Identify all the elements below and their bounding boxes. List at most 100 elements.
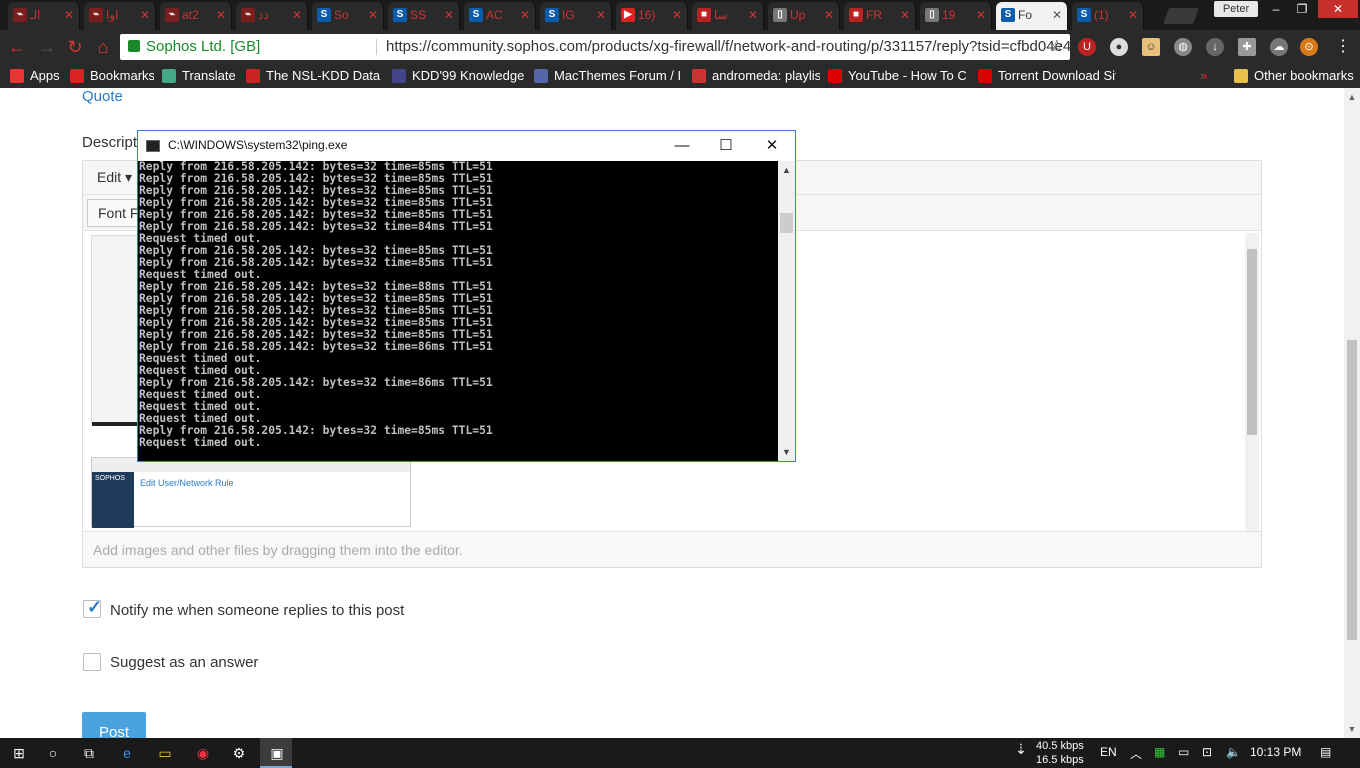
embedded-screenshot-2[interactable]: SOPHOS Edit User/Network Rule <box>91 457 411 528</box>
download-icon[interactable]: ↓ <box>1206 38 1224 56</box>
tab-close-icon[interactable]: ✕ <box>1128 2 1138 28</box>
bookmark-item[interactable]: YouTube - How To Cre <box>828 67 966 85</box>
page-scroll-thumb[interactable] <box>1347 340 1357 640</box>
browser-tab[interactable]: ⌁ الـ ✕ <box>8 2 80 30</box>
edit-menu[interactable]: Edit ▾ <box>97 169 132 186</box>
back-icon[interactable]: ← <box>6 36 28 58</box>
reload-icon[interactable]: ↻ <box>64 36 86 58</box>
globe-icon[interactable]: ◍ <box>1174 38 1192 56</box>
close-window-button[interactable]: ✕ <box>1318 0 1358 18</box>
console-scroll-up-icon[interactable]: ▲ <box>778 163 795 177</box>
bookmark-item[interactable]: andromeda: playlist <box>692 67 820 85</box>
volume-icon[interactable]: 🔈 <box>1226 745 1241 759</box>
browser-tab[interactable]: S AC ✕ <box>464 2 536 30</box>
tab-close-icon[interactable]: ✕ <box>140 2 150 28</box>
tab-close-icon[interactable]: ✕ <box>976 2 986 28</box>
bookmark-item[interactable]: KDD'99 Knowledge D <box>392 67 526 85</box>
bookmark-item[interactable]: Translate <box>162 67 238 85</box>
bookmark-item[interactable]: Apps <box>10 67 60 85</box>
language-indicator[interactable]: EN <box>1100 745 1117 759</box>
browser-tab[interactable]: S So ✕ <box>312 2 384 30</box>
post-button[interactable]: Post <box>82 712 146 738</box>
url-text[interactable]: https://community.sophos.com/products/xg… <box>386 34 1070 60</box>
clock[interactable]: 10:13 PM <box>1250 745 1301 759</box>
file-explorer-icon[interactable]: ▭ <box>154 742 176 764</box>
task-view-icon[interactable]: ⧉ <box>78 742 100 764</box>
menu-icon[interactable]: ⋮ <box>1334 38 1352 56</box>
ublock-icon[interactable]: U <box>1078 38 1096 56</box>
tray-chevron-icon[interactable]: ︿ <box>1130 745 1142 762</box>
action-center-icon[interactable]: ▤ <box>1320 745 1331 759</box>
battery-icon[interactable]: ▭ <box>1178 745 1189 759</box>
bookmark-item[interactable]: Torrent Download Site <box>978 67 1116 85</box>
profile-button[interactable]: Peter <box>1214 1 1258 17</box>
console-titlebar[interactable]: C:\WINDOWS\system32\ping.exe — ☐ ✕ <box>138 131 795 161</box>
browser-tab[interactable]: S Fo ✕ <box>996 2 1068 30</box>
cortana-icon[interactable]: ○ <box>42 742 64 764</box>
extension-puzzle-icon[interactable]: ✚ <box>1238 38 1256 56</box>
suggest-answer-checkbox[interactable] <box>83 653 101 671</box>
tab-close-icon[interactable]: ✕ <box>292 2 302 28</box>
ping-console-window[interactable]: C:\WINDOWS\system32\ping.exe — ☐ ✕ Reply… <box>137 130 796 462</box>
browser-tab[interactable]: ⌁ at2 ✕ <box>160 2 232 30</box>
other-bookmarks[interactable]: Other bookmarks <box>1234 67 1354 85</box>
console-scroll-thumb[interactable] <box>780 213 793 233</box>
page-scrollbar[interactable]: ▲ ▼ <box>1344 88 1360 738</box>
browser-tab[interactable]: ■ سا ✕ <box>692 2 764 30</box>
scroll-up-icon[interactable]: ▲ <box>1344 90 1360 104</box>
scroll-down-icon[interactable]: ▼ <box>1344 722 1360 736</box>
restore-icon[interactable]: ❐ <box>1290 0 1314 18</box>
site-identity[interactable]: Sophos Ltd. [GB] <box>146 34 260 60</box>
tray-app-icon[interactable]: ▦ <box>1154 745 1165 759</box>
extension-cloud-icon[interactable]: ☁ <box>1270 38 1288 56</box>
bookmarks-overflow[interactable]: » <box>1200 67 1207 85</box>
console-scroll-down-icon[interactable]: ▼ <box>778 445 795 459</box>
browser-tab[interactable]: S (1) ✕ <box>1072 2 1144 30</box>
tab-close-icon[interactable]: ✕ <box>672 2 682 28</box>
tab-close-icon[interactable]: ✕ <box>368 2 378 28</box>
bookmark-star-icon[interactable]: ☆ <box>1050 34 1064 60</box>
console-maximize-icon[interactable]: ☐ <box>706 133 746 159</box>
browser-tab[interactable]: ⌁ ذذ ✕ <box>236 2 308 30</box>
browser-tab[interactable]: S SS ✕ <box>388 2 460 30</box>
start-windows-icon[interactable]: ⊞ <box>8 742 30 764</box>
editor-scroll-thumb[interactable] <box>1247 249 1257 435</box>
home-icon[interactable]: ⌂ <box>92 36 114 58</box>
network-icon[interactable]: ⊡ <box>1202 745 1212 759</box>
edge-icon[interactable]: e <box>116 742 138 764</box>
new-tab-button[interactable] <box>1163 8 1199 24</box>
browser-tab[interactable]: ■ FR ✕ <box>844 2 916 30</box>
chrome-icon[interactable]: ◉ <box>192 742 214 764</box>
bookmark-item[interactable]: The NSL-KDD Data Se <box>246 67 382 85</box>
tab-close-icon[interactable]: ✕ <box>900 2 910 28</box>
browser-tab[interactable]: ▯ Up ✕ <box>768 2 840 30</box>
extension-circle-icon[interactable]: ● <box>1110 38 1128 56</box>
tab-close-icon[interactable]: ✕ <box>596 2 606 28</box>
notify-checkbox[interactable]: ✓ <box>83 597 102 618</box>
tab-close-icon[interactable]: ✕ <box>1052 2 1062 28</box>
tab-close-icon[interactable]: ✕ <box>64 2 74 28</box>
quote-link[interactable]: Quote <box>82 88 123 105</box>
editor-dropzone[interactable]: Add images and other files by dragging t… <box>83 531 1261 567</box>
extension-face-icon[interactable]: ☺ <box>1142 38 1160 56</box>
browser-tab[interactable]: ⌁ اوا ✕ <box>84 2 156 30</box>
console-output[interactable]: Reply from 216.58.205.142: bytes=32 time… <box>138 161 778 461</box>
tab-close-icon[interactable]: ✕ <box>748 2 758 28</box>
minimize-icon[interactable]: – <box>1264 0 1288 18</box>
console-minimize-icon[interactable]: — <box>662 133 702 159</box>
extension-orange-icon[interactable]: ⊙ <box>1300 38 1318 56</box>
bookmark-item[interactable]: Bookmarks <box>70 67 154 85</box>
browser-tab[interactable]: S IG ✕ <box>540 2 612 30</box>
browser-tab[interactable]: ▯ 19 ✕ <box>920 2 992 30</box>
forward-icon[interactable]: → <box>36 36 58 58</box>
bookmark-item[interactable]: MacThemes Forum / I <box>534 67 684 85</box>
browser-tab[interactable]: ▶ 16) ✕ <box>616 2 688 30</box>
console-scrollbar[interactable]: ▲ ▼ <box>778 161 795 461</box>
tab-close-icon[interactable]: ✕ <box>216 2 226 28</box>
address-bar[interactable]: Sophos Ltd. [GB] https://community.sopho… <box>120 34 1070 60</box>
editor-scrollbar[interactable] <box>1245 233 1259 531</box>
console-close-icon[interactable]: ✕ <box>752 133 792 159</box>
tab-close-icon[interactable]: ✕ <box>444 2 454 28</box>
tab-close-icon[interactable]: ✕ <box>520 2 530 28</box>
network-tool-icon[interactable]: ⚙ <box>228 742 250 764</box>
